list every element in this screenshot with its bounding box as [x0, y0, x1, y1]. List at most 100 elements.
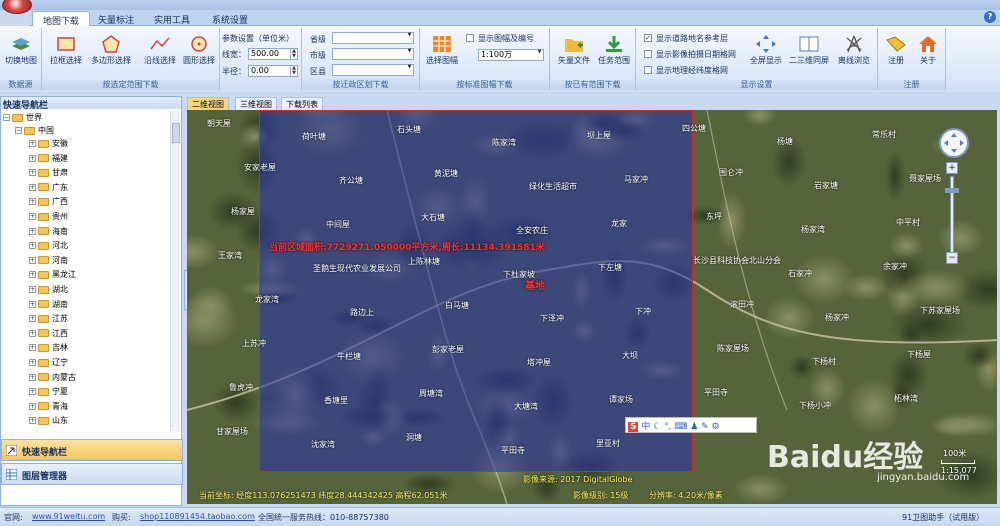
line-width-input[interactable]: 500.00 ▲ ▼ — [248, 48, 298, 60]
tab-2d-view[interactable]: 二维视图 — [187, 97, 229, 110]
rectangle-icon — [57, 37, 75, 51]
nav-layers-button[interactable]: 图层管理器 — [1, 463, 183, 485]
app-orb-button[interactable] — [2, 0, 32, 14]
folder-icon — [38, 402, 49, 411]
dual-screen-button[interactable]: 二三维同屏 — [786, 34, 832, 66]
vector-file-button[interactable]: 矢量文件 — [552, 34, 596, 66]
place-label: 全安农庄 — [516, 226, 548, 235]
tree-item-province[interactable]: + 甘肃 — [29, 166, 68, 179]
place-label: 香塘里 — [324, 396, 348, 405]
pan-control[interactable] — [939, 128, 969, 158]
tree-item-province[interactable]: + 河南 — [29, 254, 68, 267]
tab-download-list[interactable]: 下载列表 — [281, 97, 323, 110]
nav-fast-button[interactable]: 快速导航栏 — [1, 439, 183, 461]
tree-item-province[interactable]: + 江苏 — [29, 312, 68, 325]
district-select[interactable]: ▼ — [332, 64, 414, 76]
tree-item-province[interactable]: + 吉林 — [29, 341, 68, 354]
tree-item-province[interactable]: + 海南 — [29, 225, 68, 238]
line-select-button[interactable]: 沿线选择 — [140, 34, 180, 66]
place-label: 上陈林塘 — [408, 257, 440, 266]
place-label: 荷叶塘 — [302, 132, 326, 141]
ribbon: 切换地图 数据源 拉框选择 多边形选择 沿线选择 圆形选择 按选定范围下载 参数… — [0, 26, 1000, 92]
tab-3d-view[interactable]: 三维视图 — [235, 97, 277, 110]
tree-item-province[interactable]: + 内蒙古 — [29, 371, 76, 384]
tab-tools[interactable]: 实用工具 — [144, 11, 200, 26]
tree-item-province[interactable]: + 黑龙江 — [29, 268, 76, 281]
folder-icon — [38, 300, 49, 309]
lat-lon-checkbox[interactable] — [644, 66, 652, 74]
tree-country[interactable]: − 中国 — [15, 124, 54, 137]
ribbon-tabs: 地图下载 矢量标注 实用工具 系统设置 ? — [30, 10, 1000, 27]
place-label: 四公塘 — [682, 124, 706, 133]
place-label: 陈家湾 — [492, 138, 516, 147]
task-range-button[interactable]: 任务范围 — [594, 34, 634, 66]
about-button[interactable]: 关于 — [912, 34, 944, 66]
tab-map-download[interactable]: 地图下载 — [32, 11, 91, 27]
province-select[interactable]: ▼ — [332, 32, 414, 44]
place-label: 牛栏塘 — [337, 352, 361, 361]
help-icon[interactable]: ? — [984, 11, 996, 23]
image-date-checkbox[interactable] — [644, 50, 652, 58]
folder-icon — [38, 241, 49, 250]
tree-item-province[interactable]: + 广西 — [29, 195, 68, 208]
show-sheet-number-label: 显示图幅及编号 — [478, 34, 534, 43]
place-label: 鲁虎冲 — [229, 383, 253, 392]
tree-item-province[interactable]: + 山东 — [29, 414, 68, 427]
tree-item-province[interactable]: + 福建 — [29, 152, 68, 165]
tree-item-province[interactable]: + 青海 — [29, 400, 68, 413]
zoom-slider-thumb[interactable] — [945, 188, 959, 193]
show-sheet-number-checkbox[interactable] — [466, 34, 474, 42]
scale-select[interactable]: 1:100万 ▼ — [478, 49, 544, 61]
radius-input[interactable]: 0.00 ▲ ▼ — [248, 65, 298, 77]
tree-item-province[interactable]: + 江西 — [29, 327, 68, 340]
tree-scrollbar[interactable] — [170, 111, 180, 431]
group-params: 参数设置（单位米） 线宽： 500.00 ▲ ▼ 半径： 0.00 ▲ ▼ — [220, 28, 302, 90]
folder-icon — [38, 168, 49, 177]
city-label: 市级 — [310, 51, 326, 60]
tree-item-province[interactable]: + 河北 — [29, 239, 68, 252]
zoom-out-button[interactable]: − — [946, 252, 958, 264]
tree-item-province[interactable]: + 辽宁 — [29, 356, 68, 369]
tree-item-province[interactable]: + 湖南 — [29, 298, 68, 311]
select-sheet-button[interactable]: 选择图幅 — [422, 34, 462, 66]
offline-button[interactable]: 离线浏览 — [834, 34, 874, 66]
shop-link[interactable]: shop110891454.taobao.com — [140, 512, 255, 521]
folder-icon — [38, 416, 49, 425]
scrollbar-thumb[interactable] — [172, 123, 180, 143]
place-label: 大坝 — [622, 351, 638, 360]
road-names-checkbox[interactable]: ✓ — [644, 34, 652, 42]
website-link[interactable]: www.91weitu.com — [32, 512, 105, 521]
circle-select-button[interactable]: 圆形选择 — [180, 34, 218, 66]
area-info: 当前区域面积:7729271.050000平方米,周长:11134.391581… — [269, 243, 545, 253]
place-label: 平田寺 — [704, 388, 728, 397]
city-select[interactable]: ▼ — [332, 48, 414, 60]
place-label: 安家老屋 — [244, 163, 276, 172]
tree-item-province[interactable]: + 贵州 — [29, 210, 68, 223]
fullscreen-button[interactable]: 全屏显示 — [746, 34, 786, 66]
group-label: 按已有范围下载 — [550, 79, 635, 90]
place-label: 坝上屋 — [587, 131, 611, 140]
switch-map-button[interactable]: 切换地图 — [2, 34, 40, 66]
tag-icon — [886, 36, 906, 52]
params-title: 参数设置（单位米） — [222, 34, 294, 43]
tree-item-province[interactable]: + 广东 — [29, 181, 68, 194]
polygon-select-button[interactable]: 多边形选择 — [88, 34, 134, 66]
tab-vector-annotation[interactable]: 矢量标注 — [88, 11, 144, 26]
rect-select-button[interactable]: 拉框选择 — [46, 34, 86, 66]
map-view[interactable]: 朝天屋 荷叶塘 石头塘 陈家湾 坝上屋 四公塘 杨塘 常乐村 安家老屋 齐公塘 黄泥塘 绿化生活超市 马… — [187, 110, 997, 504]
tree-item-province[interactable]: + 湖北 — [29, 283, 68, 296]
place-label: 圣鹅生现代农业发展公司 — [313, 264, 401, 273]
tree-root[interactable]: − 世界 — [3, 111, 42, 124]
group-label: 显示设置 — [636, 79, 877, 90]
register-button[interactable]: 注册 — [880, 34, 912, 66]
place-label: 彭家老屋 — [432, 345, 464, 354]
folder-icon — [38, 373, 49, 382]
tree-item-province[interactable]: + 安徽 — [29, 137, 68, 150]
place-label: 洞塘 — [406, 433, 422, 442]
tree-item-province[interactable]: + 宁夏 — [29, 385, 68, 398]
zoom-in-button[interactable]: + — [946, 162, 958, 174]
tab-system-settings[interactable]: 系统设置 — [202, 11, 258, 26]
place-label: 绿化生活超市 — [529, 182, 577, 191]
ime-toolbar[interactable]: S 中 ☾ °, ⌨ ♟ ✎ ⚙ — [625, 417, 757, 433]
circle-icon — [191, 36, 207, 52]
